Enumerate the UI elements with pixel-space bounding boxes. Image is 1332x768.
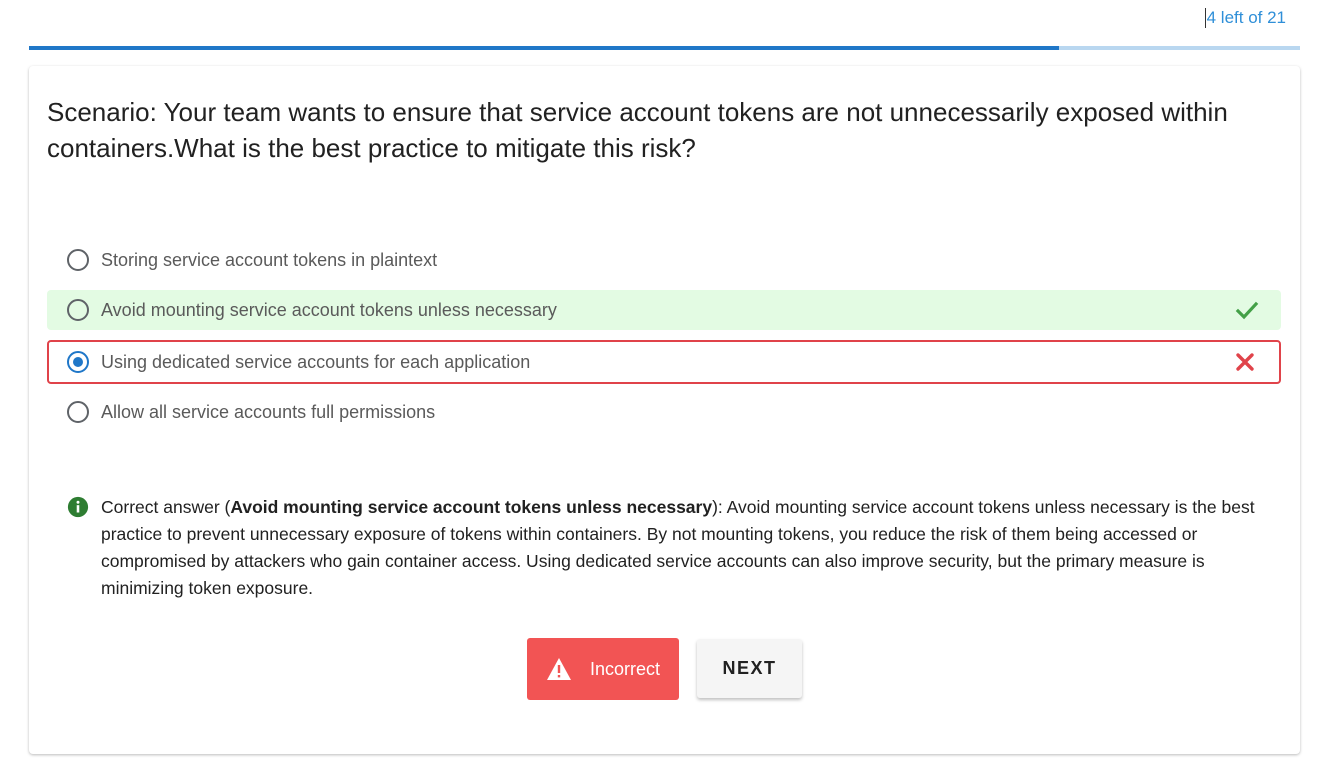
incorrect-result-button[interactable]: Incorrect <box>527 638 679 700</box>
explanation-text: Correct answer (Avoid mounting service a… <box>101 494 1267 602</box>
answer-option-1[interactable]: Storing service account tokens in plaint… <box>47 240 1281 280</box>
counter-text: 4 left of 21 <box>1206 8 1286 27</box>
quiz-progress-bar <box>29 46 1300 50</box>
next-button[interactable]: NEXT <box>697 639 802 698</box>
explanation-correct-answer: Avoid mounting service account tokens un… <box>230 497 713 517</box>
checkmark-icon <box>1235 301 1259 320</box>
answer-option-4[interactable]: Allow all service accounts full permissi… <box>47 392 1281 432</box>
radio-button[interactable] <box>67 249 89 271</box>
radio-button-selected[interactable] <box>67 351 89 373</box>
answer-explanation: Correct answer (Avoid mounting service a… <box>67 494 1267 602</box>
explanation-prefix: Correct answer ( <box>101 497 231 517</box>
answer-option-2[interactable]: Avoid mounting service account tokens un… <box>47 290 1281 330</box>
answer-option-label: Avoid mounting service account tokens un… <box>101 299 557 320</box>
question-text: Scenario: Your team wants to ensure that… <box>47 97 1228 163</box>
info-icon <box>67 496 89 518</box>
answer-option-label: Storing service account tokens in plaint… <box>101 249 438 270</box>
quiz-progress-fill <box>29 46 1059 50</box>
questions-remaining-counter: 4 left of 21 <box>1204 8 1286 28</box>
answer-option-label: Allow all service accounts full permissi… <box>101 401 436 422</box>
radio-button[interactable] <box>67 401 89 423</box>
text-cursor <box>1204 8 1206 28</box>
incorrect-result-label: Incorrect <box>589 658 661 679</box>
warning-icon <box>546 658 571 680</box>
answer-option-label: Using dedicated service accounts for eac… <box>101 351 531 372</box>
question-card: Scenario: Your team wants to ensure that… <box>29 66 1300 754</box>
radio-button[interactable] <box>67 299 89 321</box>
cross-icon <box>1236 353 1254 371</box>
answer-option-3[interactable]: Using dedicated service accounts for eac… <box>47 340 1281 384</box>
